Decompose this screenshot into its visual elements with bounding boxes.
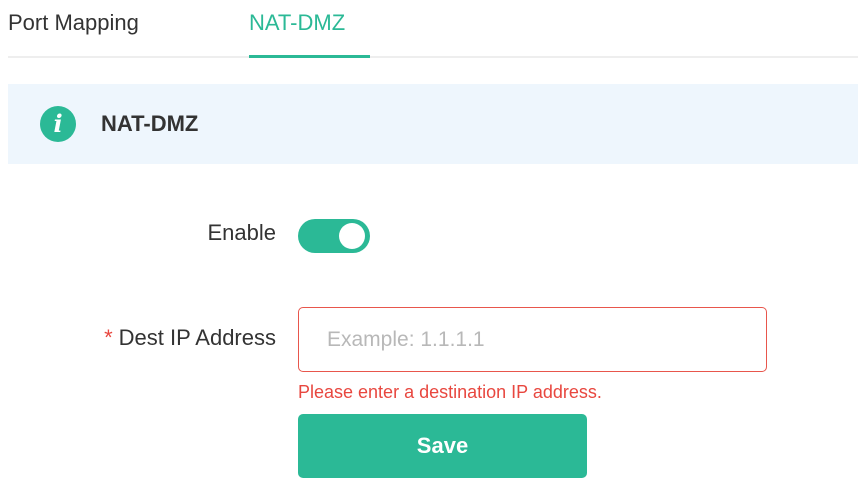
save-button[interactable]: Save [298,414,587,478]
banner-title: NAT-DMZ [101,111,199,136]
enable-label: Enable [207,220,276,245]
enable-toggle[interactable] [298,219,370,253]
required-mark: * [104,325,113,350]
toggle-knob [339,223,365,249]
tab-port-mapping[interactable]: Port Mapping [8,8,139,38]
tab-divider [8,56,858,58]
tab-bar: Port Mapping NAT-DMZ [0,0,858,58]
dest-ip-label: * Dest IP Address [40,323,276,353]
info-icon: i [40,106,76,142]
dest-ip-label-text: Dest IP Address [118,325,276,350]
dest-ip-error: Please enter a destination IP address. [298,382,602,402]
dest-ip-input[interactable] [298,307,767,372]
tab-nat-dmz[interactable]: NAT-DMZ [249,8,345,38]
nat-dmz-page: Port Mapping NAT-DMZ i NAT-DMZ Enable * D… [0,0,858,481]
active-tab-indicator [249,55,370,58]
